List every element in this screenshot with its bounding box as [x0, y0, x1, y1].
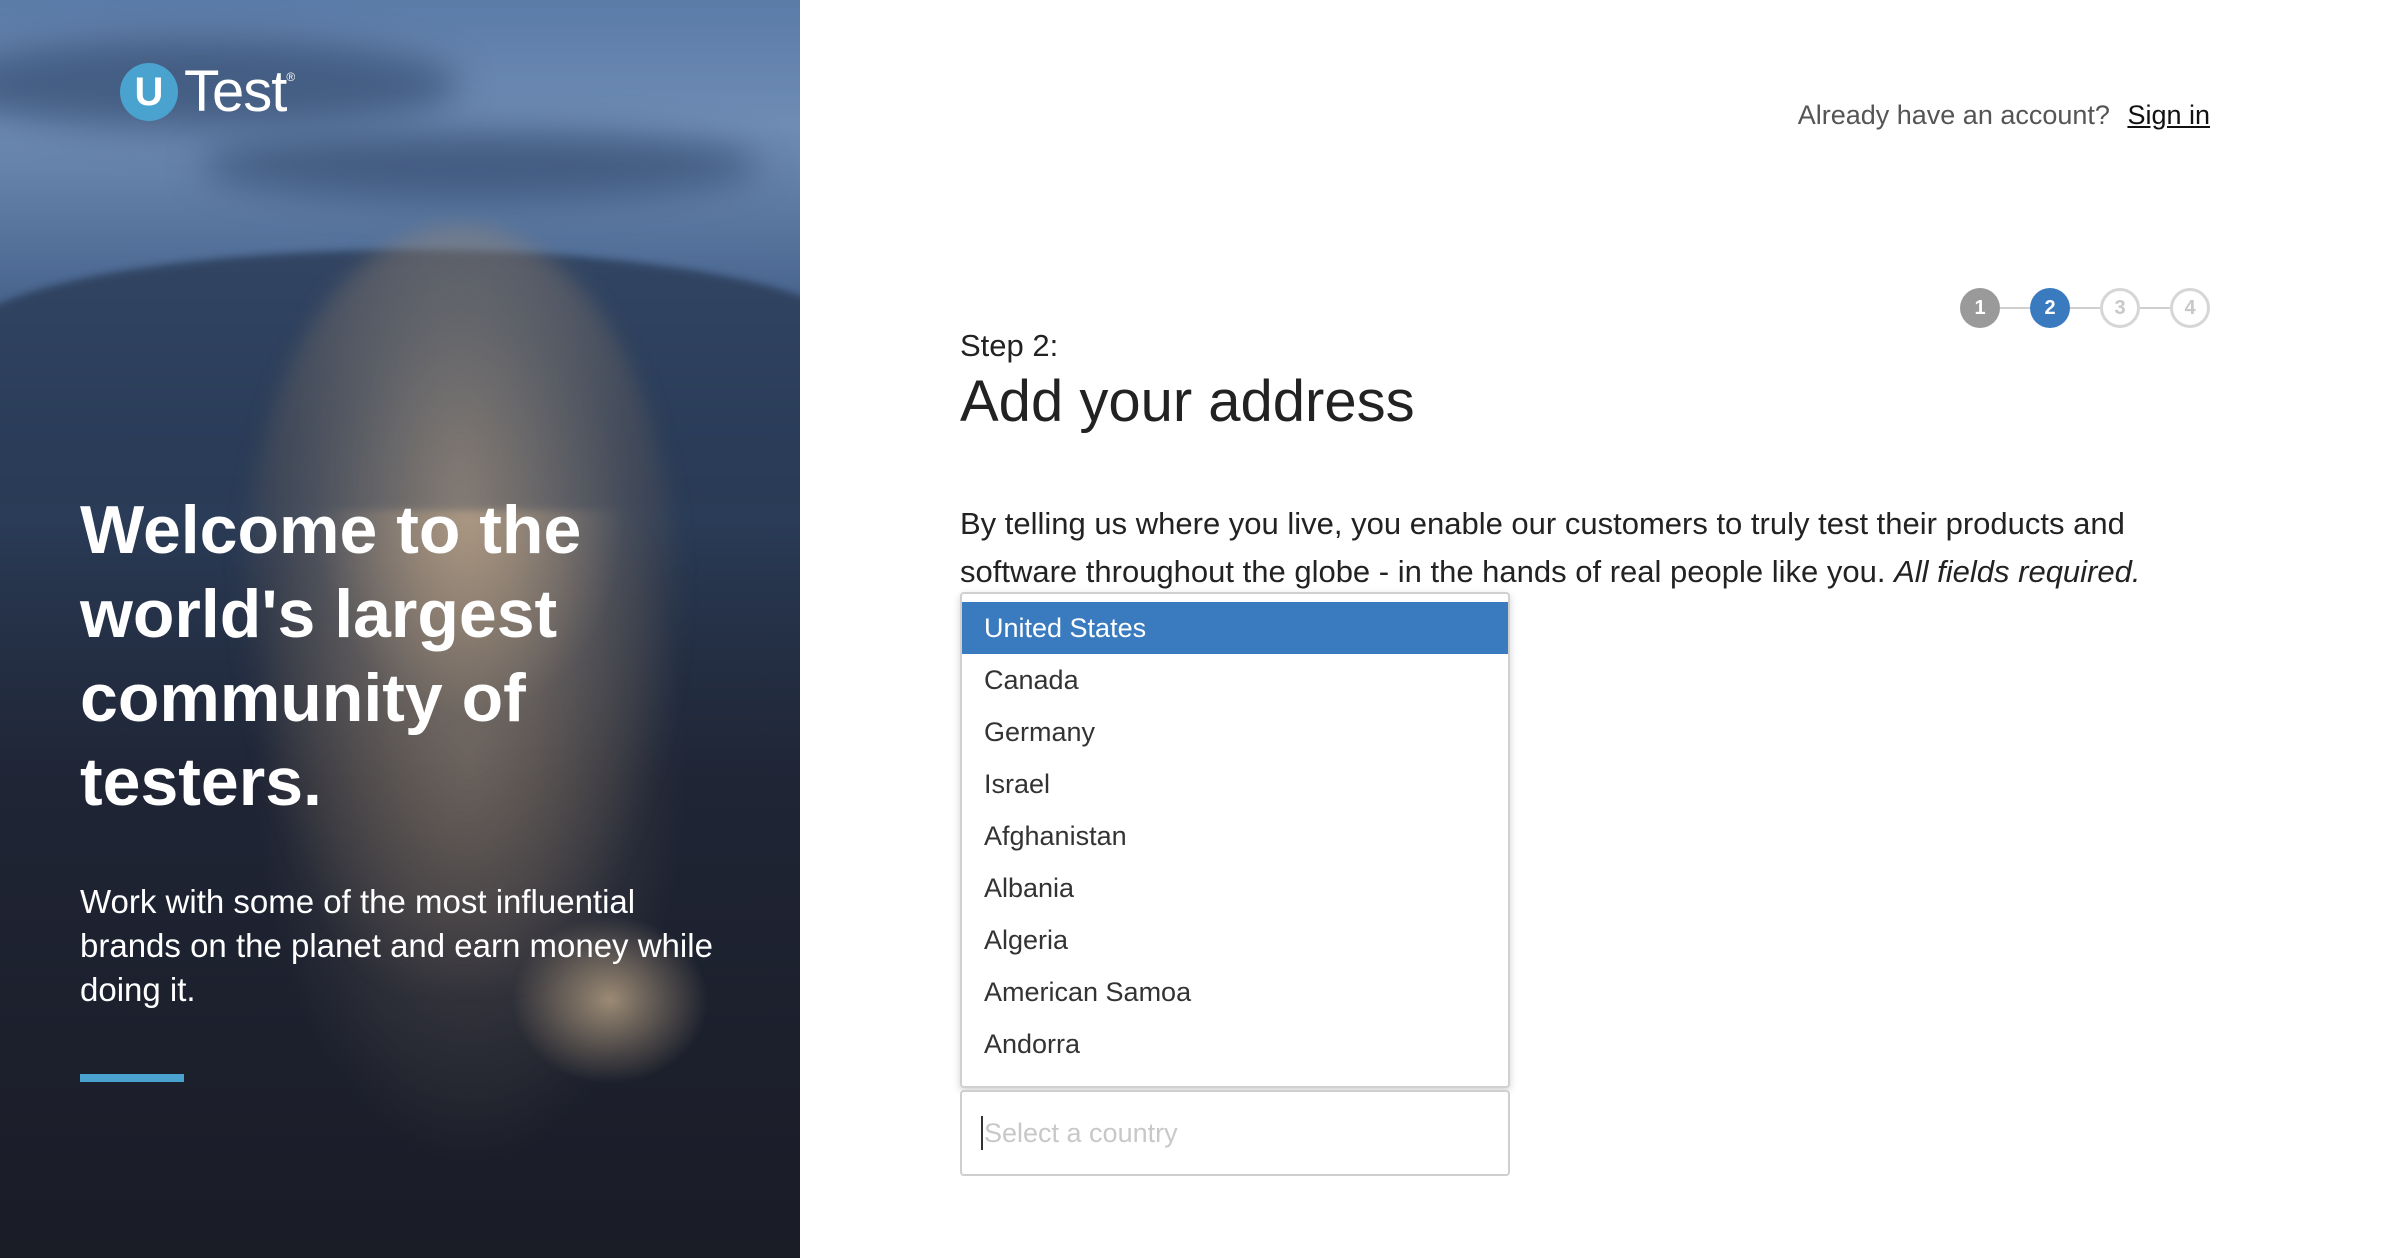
text-caret: [981, 1116, 983, 1150]
hero-headline: Welcome to the world's largest community…: [80, 492, 582, 820]
country-option[interactable]: Canada: [962, 654, 1508, 706]
hero-panel: U Test ® Welcome to the world's largest …: [0, 0, 800, 1258]
page-title: Add your address: [960, 369, 1415, 434]
country-option[interactable]: Germany: [962, 706, 1508, 758]
intro-text: By telling us where you live, you enable…: [960, 500, 2200, 596]
logo-trademark: ®: [286, 70, 296, 84]
step-connector: [2000, 307, 2030, 309]
country-option[interactable]: Afghanistan: [962, 810, 1508, 862]
hero-accent-bar: [80, 1074, 184, 1082]
step-3-indicator: 3: [2100, 288, 2140, 328]
step-4-indicator: 4: [2170, 288, 2210, 328]
step-1-indicator: 1: [1960, 288, 2000, 328]
country-option[interactable]: Albania: [962, 862, 1508, 914]
step-2-indicator: 2: [2030, 288, 2070, 328]
logo-badge: U: [120, 62, 178, 121]
step-connector: [2070, 307, 2100, 309]
country-dropdown-list[interactable]: United States Canada Germany Israel Afgh…: [960, 592, 1510, 1088]
sign-in-link[interactable]: Sign in: [2127, 100, 2210, 130]
account-prompt-text: Already have an account?: [1797, 100, 2110, 130]
logo-text: Test: [184, 59, 287, 124]
hero-subtext: Work with some of the most influential b…: [80, 883, 713, 1008]
country-option[interactable]: Israel: [962, 758, 1508, 810]
country-option[interactable]: United States: [962, 602, 1508, 654]
country-option[interactable]: American Samoa: [962, 966, 1508, 1018]
step-label: Step 2:: [960, 328, 1059, 363]
country-search-input[interactable]: [960, 1090, 1510, 1176]
progress-stepper: 1 2 3 4: [1960, 288, 2210, 328]
utest-logo[interactable]: U Test ®: [120, 58, 295, 125]
country-option[interactable]: Andorra: [962, 1018, 1508, 1070]
signin-prompt: Already have an account? Sign in: [1798, 100, 2210, 131]
step-connector: [2140, 307, 2170, 309]
required-note: All fields required.: [1894, 554, 2141, 589]
background-cloud: [200, 130, 760, 200]
country-option[interactable]: Algeria: [962, 914, 1508, 966]
